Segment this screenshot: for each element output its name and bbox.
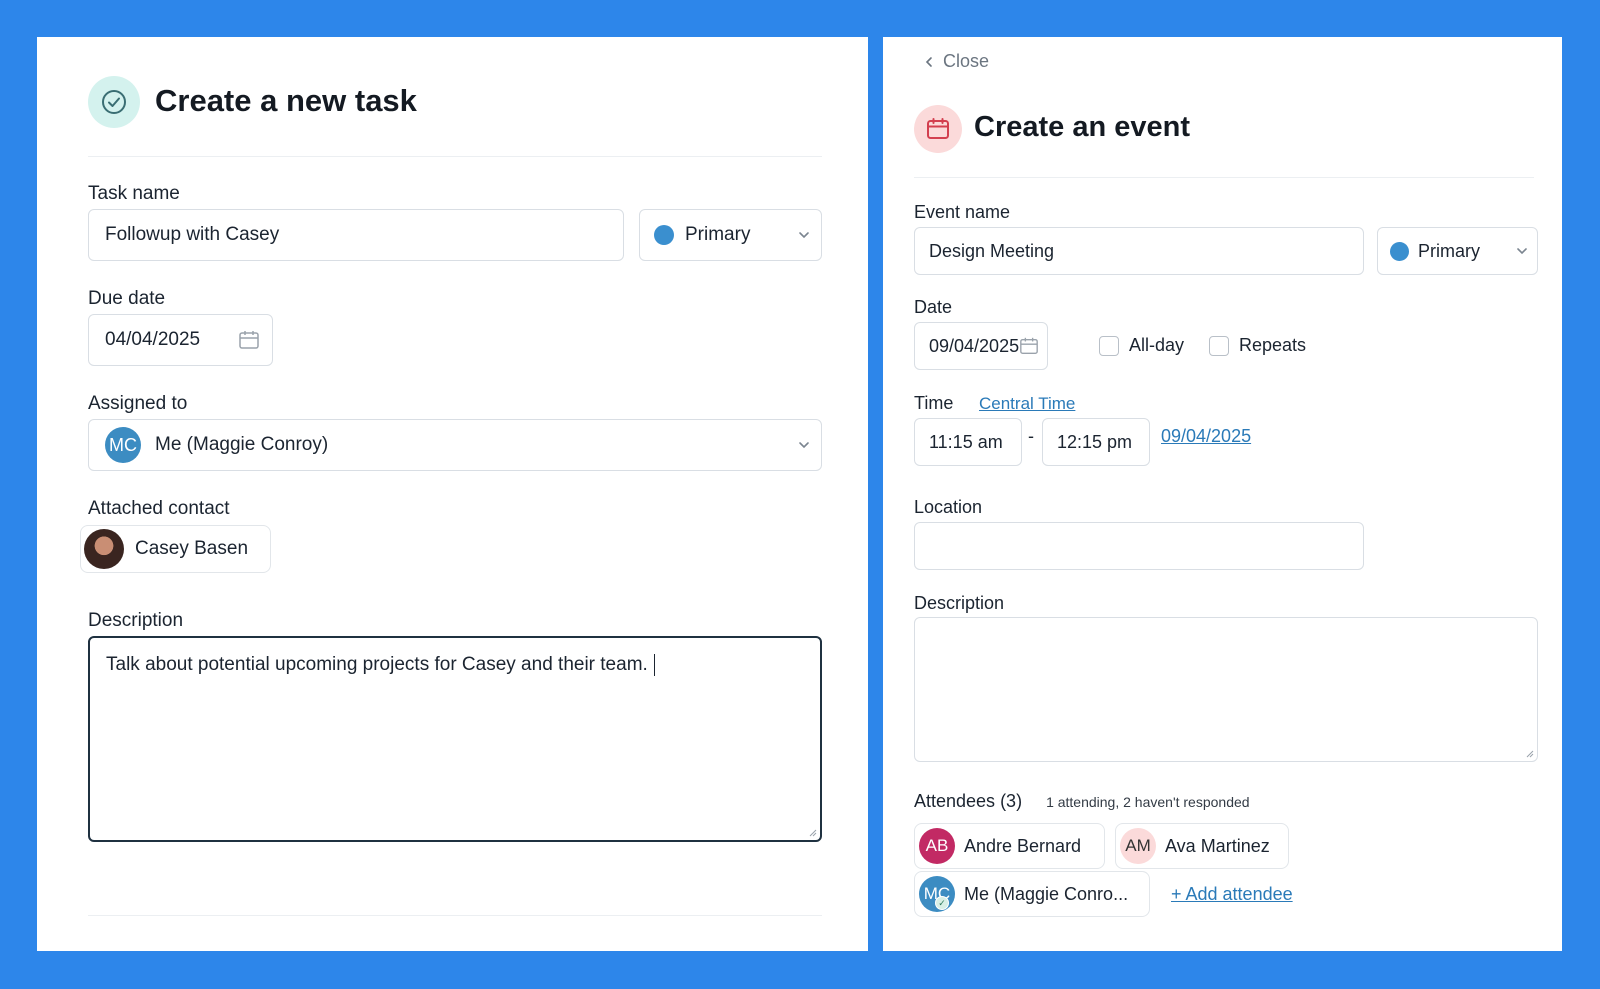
calendar-select-value: Primary (1418, 240, 1480, 261)
allday-checkbox[interactable]: All-day (1099, 335, 1184, 356)
attached-contact-label: Attached contact (88, 498, 230, 519)
primary-color-dot (654, 225, 674, 245)
attendees-label: Attendees (3) (914, 791, 1023, 811)
end-time-value: 12:15 pm (1057, 431, 1133, 452)
calendar-icon[interactable] (238, 329, 260, 351)
avatar: MC ✓ (919, 876, 955, 912)
event-name-value: Design Meeting (929, 240, 1055, 261)
close-button[interactable]: Close (923, 51, 989, 72)
due-date-value: 04/04/2025 (105, 329, 201, 350)
page-title: Create an event (974, 111, 1190, 143)
attendees-status: 1 attending, 2 haven't responded (1046, 794, 1250, 810)
assigned-to-value: Me (Maggie Conroy) (155, 434, 329, 455)
avatar: AM (1120, 828, 1156, 864)
resize-handle-icon[interactable] (1524, 748, 1534, 758)
attendees-header: Attendees (3) 1 attending, 2 haven't res… (914, 791, 1250, 812)
due-date-label: Due date (88, 288, 166, 309)
task-name-input[interactable]: Followup with Casey (88, 209, 624, 261)
repeats-checkbox[interactable]: Repeats (1209, 335, 1306, 356)
page-title: Create a new task (155, 83, 417, 118)
date-label: Date (914, 297, 953, 317)
chevron-down-icon (1517, 248, 1527, 255)
calendar-select-value: Primary (685, 224, 751, 245)
repeats-checkbox-box[interactable] (1209, 335, 1229, 356)
timezone-link[interactable]: Central Time (979, 394, 1075, 414)
event-form-panel: Close Create an event Event name Design … (883, 37, 1562, 951)
allday-checkbox-box[interactable] (1099, 335, 1119, 356)
header-divider (88, 156, 822, 157)
due-date-input[interactable]: 04/04/2025 (88, 314, 273, 366)
task-name-value: Followup with Casey (105, 224, 280, 245)
avatar: MC (105, 427, 141, 463)
repeats-label: Repeats (1239, 335, 1307, 355)
time-separator: - (1028, 426, 1034, 446)
avatar-initials: MC (109, 434, 137, 455)
location-input[interactable] (914, 522, 1364, 570)
primary-color-dot (1390, 241, 1409, 261)
calendar-select[interactable]: Primary (1377, 227, 1538, 275)
add-attendee-link[interactable]: + Add attendee (1171, 884, 1293, 905)
attendee-chip[interactable]: AB Andre Bernard (914, 823, 1105, 869)
footer-divider (88, 915, 822, 916)
start-time-value: 11:15 am (929, 431, 1003, 452)
attendee-name: Andre Bernard (964, 835, 1082, 856)
calendar-select[interactable]: Primary (639, 209, 822, 261)
description-label: Description (88, 610, 184, 631)
task-name-label: Task name (88, 183, 180, 204)
start-time-input[interactable]: 11:15 am (914, 418, 1022, 466)
avatar-initials: AM (1125, 836, 1151, 855)
location-label: Location (914, 497, 983, 517)
avatar: AB (919, 828, 955, 864)
attending-check-icon: ✓ (935, 896, 949, 910)
description-textarea[interactable] (914, 617, 1538, 762)
attendee-name: Ava Martinez (1165, 835, 1270, 856)
attendee-name: Me (Maggie Conro... (964, 883, 1129, 904)
task-check-icon (88, 76, 140, 128)
contact-photo-avatar (84, 529, 124, 569)
avatar-initials: AB (925, 836, 949, 855)
header-divider (914, 177, 1534, 178)
chevron-down-icon (799, 232, 809, 239)
task-form-panel: Create a new task Task name Followup wit… (37, 37, 868, 951)
date-value: 09/04/2025 (929, 335, 1020, 356)
calendar-icon[interactable] (1019, 336, 1039, 356)
contact-name: Casey Basen (135, 538, 249, 559)
end-time-input[interactable]: 12:15 pm (1042, 418, 1150, 466)
resize-handle-icon[interactable] (807, 827, 817, 837)
text-cursor (653, 654, 656, 676)
assigned-to-select[interactable]: MC Me (Maggie Conroy) (88, 419, 822, 471)
event-name-label: Event name (914, 202, 1011, 222)
time-label: Time (914, 393, 954, 413)
end-date-link[interactable]: 09/04/2025 (1161, 426, 1251, 447)
event-name-input[interactable]: Design Meeting (914, 227, 1364, 275)
contact-chip[interactable]: Casey Basen (80, 525, 271, 573)
close-label: Close (943, 51, 990, 71)
attendee-chip[interactable]: AM Ava Martinez (1115, 823, 1289, 869)
description-textarea[interactable]: Talk about potential upcoming projects f… (88, 636, 822, 842)
chevron-left-icon (925, 56, 932, 67)
description-value: Talk about potential upcoming projects f… (106, 654, 648, 675)
attendee-chip[interactable]: MC ✓ Me (Maggie Conro... (914, 871, 1150, 917)
date-input[interactable]: 09/04/2025 (914, 322, 1048, 370)
chevron-down-icon (799, 442, 809, 449)
event-calendar-icon (914, 105, 962, 153)
allday-label: All-day (1129, 335, 1185, 355)
description-label: Description (914, 593, 1005, 613)
assigned-to-label: Assigned to (88, 393, 188, 414)
